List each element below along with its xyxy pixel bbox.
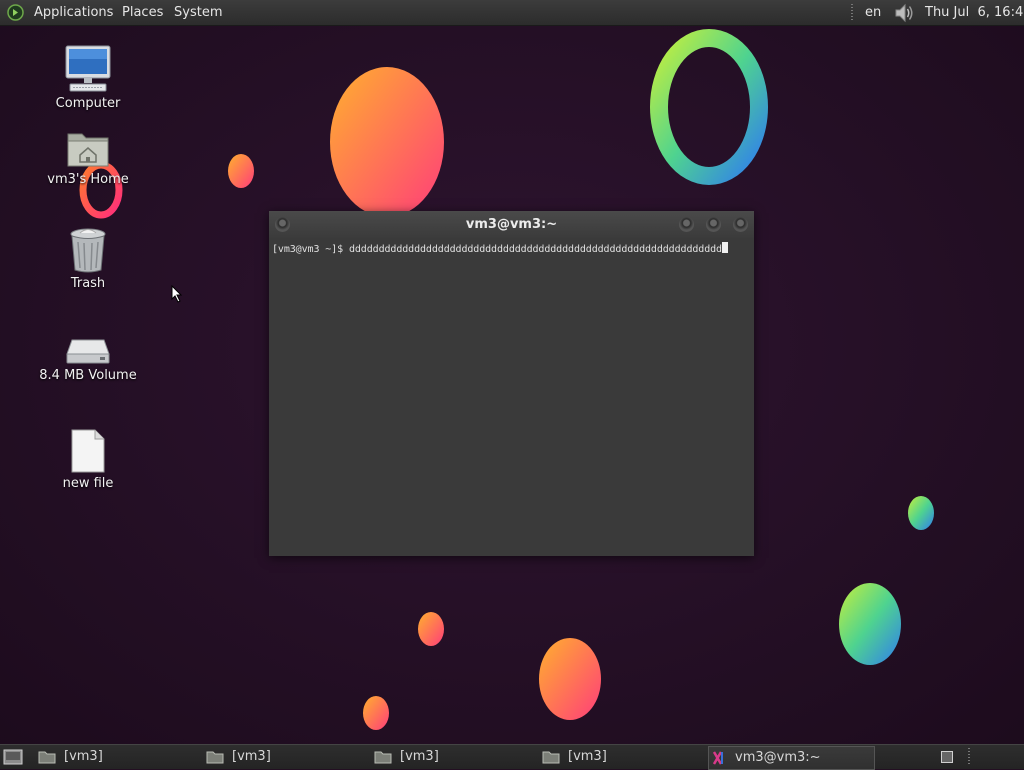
computer-icon bbox=[65, 45, 111, 92]
places-menu[interactable]: Places bbox=[122, 4, 163, 21]
desktop-icon-label: Trash bbox=[70, 276, 106, 291]
desktop-icon-label: vm3's Home bbox=[47, 172, 129, 187]
desktop-icon-computer[interactable]: Computer bbox=[33, 44, 143, 111]
terminal-titlebar[interactable]: vm3@vm3:~ bbox=[269, 211, 754, 238]
maximize-button[interactable] bbox=[706, 217, 721, 232]
folder-icon bbox=[542, 751, 560, 764]
desktop-icon-label: new file bbox=[62, 476, 114, 491]
taskbar-item-label: [vm3] bbox=[64, 749, 103, 764]
volume-icon[interactable] bbox=[893, 3, 915, 23]
mouse-pointer-icon bbox=[171, 285, 183, 303]
taskbar-item-label: vm3@vm3:~ bbox=[735, 750, 821, 765]
applications-menu[interactable]: Applications bbox=[34, 4, 113, 21]
desktop-icon-home[interactable]: vm3's Home bbox=[33, 128, 143, 187]
terminal-prompt: [vm3@vm3 ~]$ bbox=[272, 244, 349, 255]
desktop-icon-volume[interactable]: 8.4 MB Volume bbox=[33, 336, 143, 383]
top-panel: Applications Places System en Thu Jul 6,… bbox=[0, 0, 1024, 26]
terminal-window[interactable]: vm3@vm3:~ [vm3@vm3 ~]$ ddddddddddddddddd… bbox=[269, 211, 754, 556]
distro-logo-icon[interactable] bbox=[7, 4, 24, 21]
workspace-switcher[interactable] bbox=[941, 751, 953, 763]
drive-icon bbox=[66, 339, 110, 364]
clock[interactable]: Thu Jul 6, 16:49 bbox=[925, 4, 1024, 21]
show-desktop-icon[interactable] bbox=[3, 749, 23, 765]
panel-separator bbox=[968, 748, 970, 766]
taskbar-item[interactable]: [vm3] bbox=[206, 746, 356, 768]
folder-icon bbox=[206, 751, 224, 764]
trash-icon bbox=[70, 228, 106, 273]
bottom-panel: [vm3] [vm3] [vm3] [vm3] vm3@vm3:~ bbox=[0, 744, 1024, 770]
taskbar-item[interactable]: [vm3] bbox=[542, 746, 692, 768]
minimize-button[interactable] bbox=[679, 217, 694, 232]
desktop-icon-label: 8.4 MB Volume bbox=[39, 368, 137, 383]
terminal-body[interactable]: [vm3@vm3 ~]$ ddddddddddddddddddddddddddd… bbox=[271, 240, 752, 554]
home-folder-icon bbox=[67, 133, 109, 167]
system-menu[interactable]: System bbox=[174, 4, 222, 21]
taskbar-item-active[interactable]: vm3@vm3:~ bbox=[708, 746, 875, 770]
desktop-icon-label: Computer bbox=[55, 96, 121, 111]
terminal-command-line: [vm3@vm3 ~]$ ddddddddddddddddddddddddddd… bbox=[272, 242, 728, 255]
terminal-app-icon bbox=[712, 751, 723, 765]
taskbar-item-label: [vm3] bbox=[400, 749, 439, 764]
keyboard-layout-indicator[interactable]: en bbox=[865, 4, 881, 21]
desktop-icon-new-file[interactable]: new file bbox=[33, 428, 143, 491]
taskbar-item[interactable]: [vm3] bbox=[374, 746, 524, 768]
taskbar-item-label: [vm3] bbox=[568, 749, 607, 764]
taskbar-item-label: [vm3] bbox=[232, 749, 271, 764]
folder-icon bbox=[374, 751, 392, 764]
desktop-icon-trash[interactable]: Trash bbox=[33, 226, 143, 291]
panel-separator bbox=[851, 4, 853, 21]
close-button[interactable] bbox=[733, 217, 748, 232]
text-cursor bbox=[721, 242, 728, 253]
folder-icon bbox=[38, 751, 56, 764]
terminal-input: dddddddddddddddddddddddddddddddddddddddd… bbox=[348, 244, 722, 255]
taskbar-item[interactable]: [vm3] bbox=[38, 746, 188, 768]
file-icon bbox=[71, 429, 105, 473]
